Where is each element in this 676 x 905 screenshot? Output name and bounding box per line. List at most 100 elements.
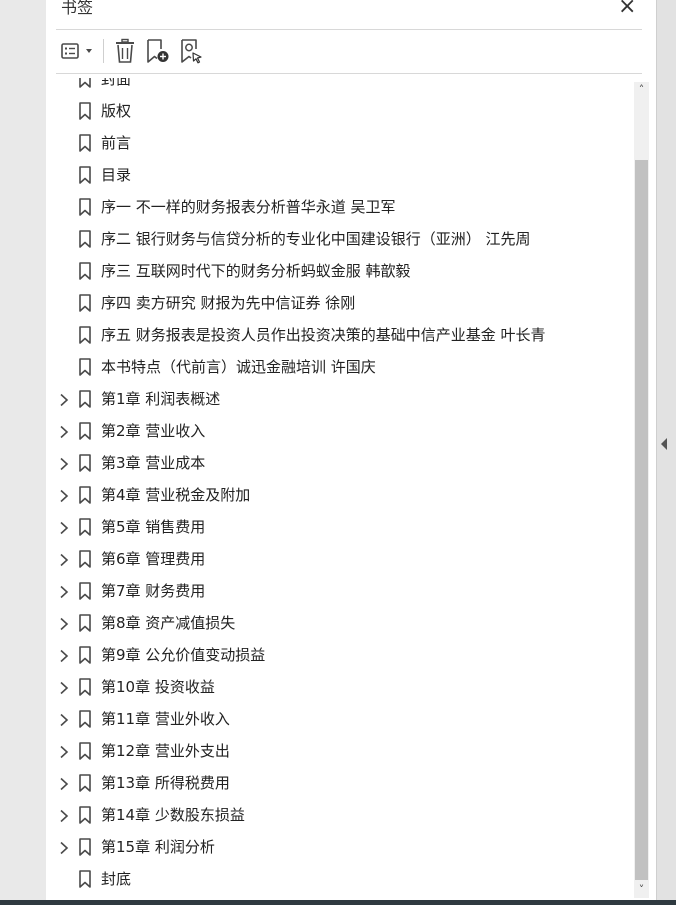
scrollbar-thumb[interactable]	[635, 160, 648, 880]
bookmark-label: 封面	[101, 78, 132, 88]
bookmark-label: 本书特点（代前言）诚迅金融培训 许国庆	[101, 358, 376, 376]
bookmark-icon	[78, 454, 92, 472]
bookmark-label: 第5章 销售费用	[101, 518, 206, 536]
bookmark-label: 第1章 利润表概述	[101, 390, 221, 408]
bookmark-icon	[78, 294, 92, 312]
bookmark-icon	[78, 550, 92, 568]
delete-bookmark-icon[interactable]	[112, 37, 138, 65]
bookmark-label: 第8章 资产减值损失	[101, 614, 236, 632]
bookmark-item[interactable]: 第4章 营业税金及附加	[46, 479, 634, 511]
bookmark-label: 前言	[101, 134, 132, 152]
bookmark-icon	[78, 134, 92, 152]
bookmark-item[interactable]: 序四 卖方研究 财报为先中信证券 徐刚	[46, 287, 634, 319]
bookmark-icon	[78, 582, 92, 600]
chevron-right-icon[interactable]	[58, 776, 70, 791]
bookmark-item[interactable]: 第12章 营业外支出	[46, 735, 634, 767]
bookmark-label: 第3章 营业成本	[101, 454, 206, 472]
vertical-scrollbar[interactable]: ˄ ˅	[634, 82, 649, 898]
options-menu-icon[interactable]	[60, 37, 94, 65]
bookmark-label: 目录	[101, 166, 132, 184]
bookmark-item[interactable]: 第15章 利润分析	[46, 831, 634, 863]
bookmark-icon	[78, 838, 92, 856]
bookmark-item[interactable]: 本书特点（代前言）诚迅金融培训 许国庆	[46, 351, 634, 383]
chevron-right-icon[interactable]	[58, 680, 70, 695]
bookmark-icon	[78, 806, 92, 824]
bookmark-icon	[78, 102, 92, 120]
bookmark-label: 第7章 财务费用	[101, 582, 206, 600]
bookmark-item[interactable]: 序五 财务报表是投资人员作出投资决策的基础中信产业基金 叶长青	[46, 319, 634, 351]
bookmark-item[interactable]: 封面	[46, 78, 634, 95]
bookmark-item[interactable]: 第14章 少数股东损益	[46, 799, 634, 831]
bookmark-item[interactable]: 序一 不一样的财务报表分析普华永道 吴卫军	[46, 191, 634, 223]
bookmark-item[interactable]: 前言	[46, 127, 634, 159]
chevron-right-icon[interactable]	[58, 488, 70, 503]
scroll-down-button[interactable]: ˅	[634, 882, 649, 898]
chevron-right-icon[interactable]	[58, 840, 70, 855]
bookmark-item[interactable]: 序三 互联网时代下的财务分析蚂蚁金服 韩歆毅	[46, 255, 634, 287]
bookmark-label: 封底	[101, 870, 132, 888]
bookmark-item[interactable]: 第9章 公允价值变动损益	[46, 639, 634, 671]
bottom-edge	[0, 900, 676, 905]
chevron-right-icon[interactable]	[58, 584, 70, 599]
bookmark-label: 第15章 利润分析	[101, 838, 215, 856]
bookmark-icon	[78, 614, 92, 632]
bookmark-item[interactable]: 目录	[46, 159, 634, 191]
bookmark-item[interactable]: 第8章 资产减值损失	[46, 607, 634, 639]
bookmark-label: 第10章 投资收益	[101, 678, 215, 696]
left-gutter	[0, 0, 46, 905]
bookmark-item[interactable]: 封底	[46, 863, 634, 895]
bookmark-icon	[78, 774, 92, 792]
chevron-right-icon[interactable]	[58, 712, 70, 727]
bookmark-label: 第4章 营业税金及附加	[101, 486, 251, 504]
bookmark-item[interactable]: 第7章 财务费用	[46, 575, 634, 607]
bookmark-item[interactable]: 版权	[46, 95, 634, 127]
bookmark-icon	[78, 262, 92, 280]
bookmark-icon	[78, 326, 92, 344]
close-button[interactable]: ×	[618, 0, 636, 18]
bookmark-item[interactable]: 第13章 所得税费用	[46, 767, 634, 799]
bookmark-label: 第2章 营业收入	[101, 422, 206, 440]
collapse-panel-handle[interactable]	[656, 0, 676, 905]
bookmark-icon	[78, 710, 92, 728]
bookmark-item[interactable]: 第6章 管理费用	[46, 543, 634, 575]
divider	[56, 73, 642, 74]
bookmark-label: 序五 财务报表是投资人员作出投资决策的基础中信产业基金 叶长青	[101, 326, 546, 344]
bookmark-icon	[78, 78, 92, 88]
chevron-right-icon[interactable]	[58, 616, 70, 631]
bookmark-item[interactable]: 序二 银行财务与信贷分析的专业化中国建设银行（亚洲） 江先周	[46, 223, 634, 255]
collapse-arrow-icon[interactable]	[661, 438, 667, 450]
bookmark-label: 版权	[101, 102, 132, 120]
bookmark-label: 序三 互联网时代下的财务分析蚂蚁金服 韩歆毅	[101, 262, 411, 280]
chevron-right-icon[interactable]	[58, 424, 70, 439]
bookmark-label: 序二 银行财务与信贷分析的专业化中国建设银行（亚洲） 江先周	[101, 230, 531, 248]
bookmark-label: 第12章 营业外支出	[101, 742, 230, 760]
bookmark-icon	[78, 646, 92, 664]
chevron-right-icon[interactable]	[58, 392, 70, 407]
bookmark-item[interactable]: 第10章 投资收益	[46, 671, 634, 703]
bookmark-search-icon[interactable]	[178, 37, 206, 65]
bookmark-icon	[78, 486, 92, 504]
bookmark-item[interactable]: 第11章 营业外收入	[46, 703, 634, 735]
toolbar-separator	[103, 39, 104, 63]
bookmark-icon	[78, 422, 92, 440]
chevron-right-icon[interactable]	[58, 552, 70, 567]
bookmark-icon	[78, 742, 92, 760]
chevron-right-icon[interactable]	[58, 744, 70, 759]
bookmark-icon	[78, 518, 92, 536]
bookmark-label: 第6章 管理费用	[101, 550, 206, 568]
bookmark-item[interactable]: 第3章 营业成本	[46, 447, 634, 479]
bookmarks-toolbar	[56, 34, 642, 68]
bookmark-icon	[78, 198, 92, 216]
bookmark-icon	[78, 166, 92, 184]
bookmark-label: 序四 卖方研究 财报为先中信证券 徐刚	[101, 294, 356, 312]
chevron-right-icon[interactable]	[58, 456, 70, 471]
bookmark-item[interactable]: 第2章 营业收入	[46, 415, 634, 447]
scroll-up-button[interactable]: ˄	[634, 82, 649, 98]
chevron-right-icon[interactable]	[58, 520, 70, 535]
new-bookmark-icon[interactable]	[144, 37, 172, 65]
chevron-right-icon[interactable]	[58, 648, 70, 663]
bookmark-item[interactable]: 第1章 利润表概述	[46, 383, 634, 415]
chevron-right-icon[interactable]	[58, 808, 70, 823]
bookmarks-panel: 书签 × 封面 版权 前言 目录 序一 不一样的财务报表分析普华永道 吴卫军 序…	[46, 0, 656, 905]
bookmark-item[interactable]: 第5章 销售费用	[46, 511, 634, 543]
